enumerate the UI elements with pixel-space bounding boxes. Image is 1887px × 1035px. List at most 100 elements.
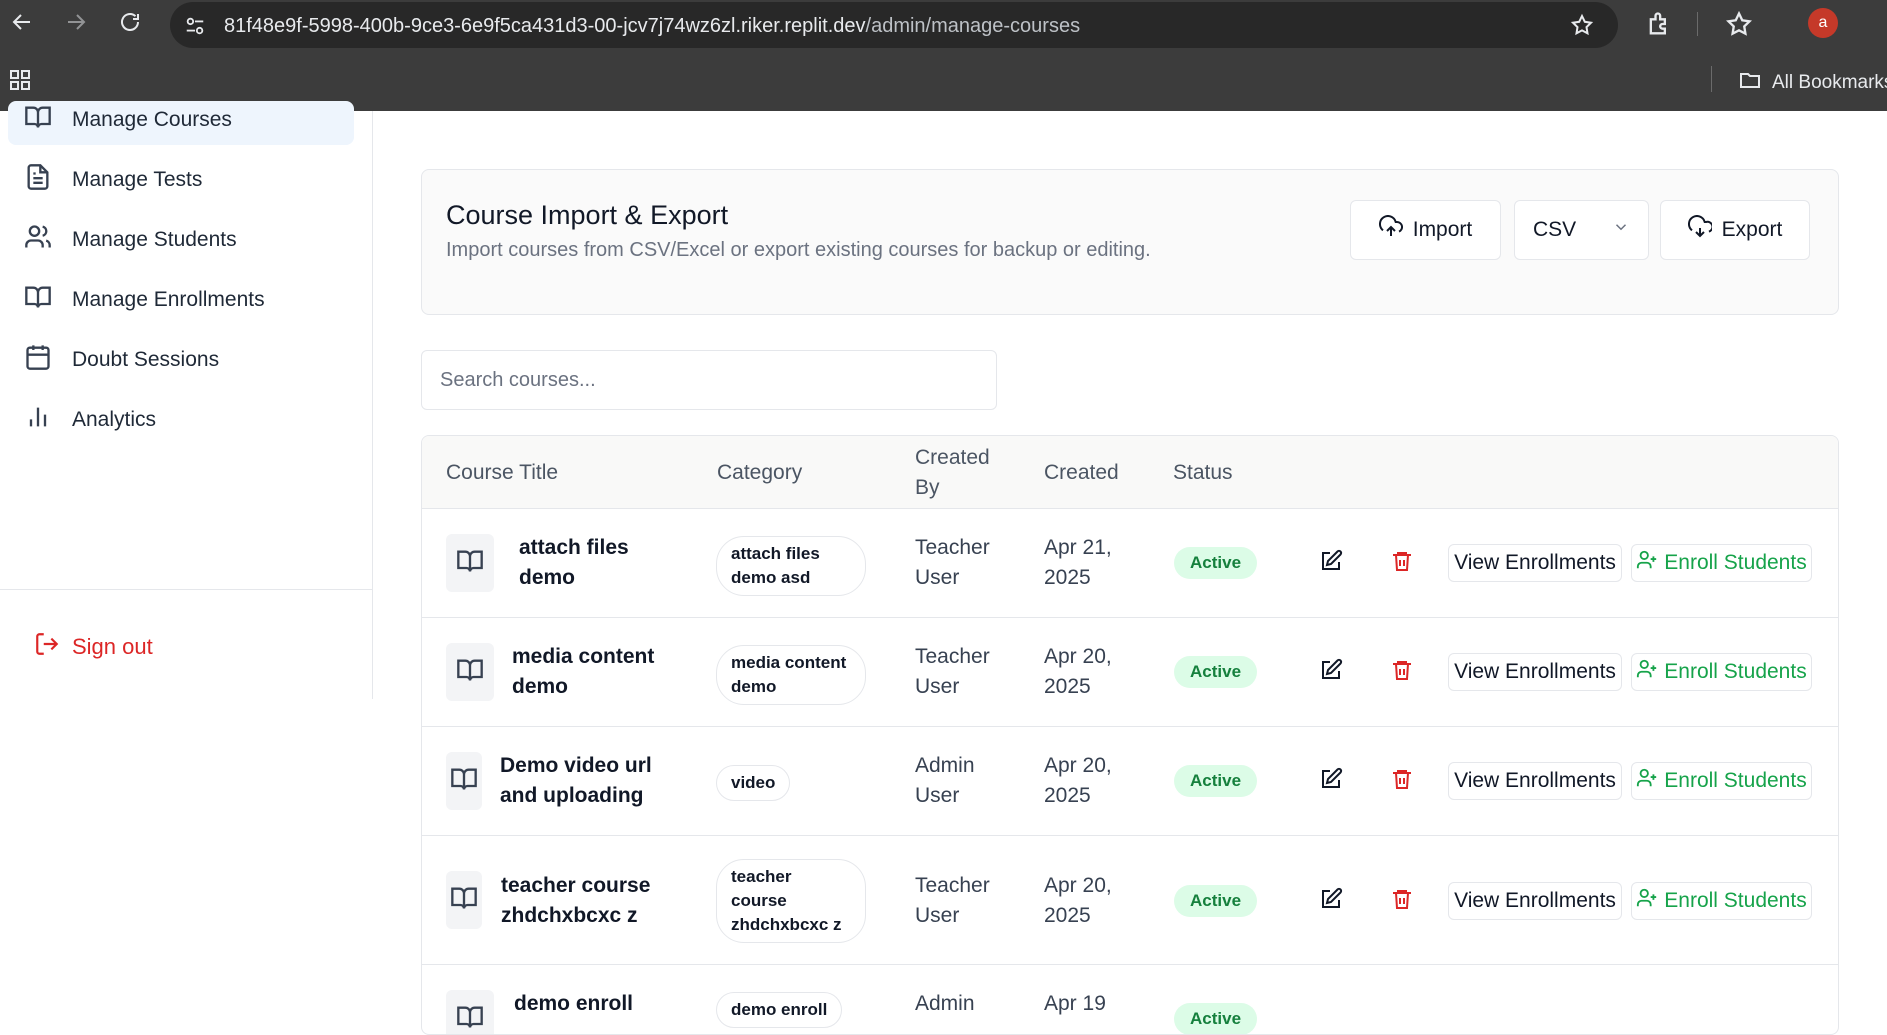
course-title[interactable]: Demo video url and uploading: [500, 751, 660, 811]
sidebar-item-label: Analytics: [72, 408, 156, 432]
app-root: Manage Courses Manage Tests Manage Stude…: [0, 111, 1887, 1008]
header-created: Created: [1044, 458, 1119, 488]
user-plus-icon: [1636, 887, 1658, 915]
sidebar-item-manage-courses[interactable]: Manage Courses: [24, 103, 232, 137]
cloud-upload-icon: [1379, 215, 1403, 245]
search-input[interactable]: [421, 350, 997, 410]
enroll-students-button[interactable]: Enroll Students: [1631, 882, 1812, 920]
bar-chart-icon: [24, 403, 52, 437]
category-badge: teacher course zhdchxbcxc z: [716, 859, 866, 943]
user-plus-icon: [1636, 767, 1658, 795]
course-thumb: [446, 871, 482, 929]
table-row: media content demo media content demo Te…: [422, 618, 1838, 727]
arrow-left-icon: [10, 10, 34, 39]
address-bar[interactable]: 81f48e9f-5998-400b-9ce3-6e9f5ca431d3-00-…: [170, 2, 1618, 48]
course-title[interactable]: media content demo: [512, 642, 672, 702]
category-badge: demo enroll: [716, 992, 842, 1028]
enroll-students-button[interactable]: Enroll Students: [1631, 762, 1812, 800]
sidebar-item-manage-tests[interactable]: Manage Tests: [24, 163, 202, 197]
header-category: Category: [717, 458, 802, 488]
created-by-cell: Teacher User: [915, 642, 995, 702]
bookmarks-manager-icon[interactable]: [1725, 10, 1753, 43]
status-badge: Active: [1174, 656, 1257, 688]
profile-avatar[interactable]: a: [1808, 8, 1838, 38]
trash-icon: [1390, 658, 1414, 687]
header-course-title: Course Title: [446, 458, 558, 488]
edit-button[interactable]: [1315, 765, 1347, 797]
edit-button[interactable]: [1315, 547, 1347, 579]
course-title[interactable]: teacher course zhdchxbcxc z: [501, 871, 661, 931]
sidebar-item-manage-enrollments[interactable]: Manage Enrollments: [24, 283, 265, 317]
sidebar-item-analytics[interactable]: Analytics: [24, 403, 156, 437]
users-icon: [24, 223, 52, 257]
view-enrollments-button[interactable]: View Enrollments: [1448, 544, 1622, 582]
sidebar-item-doubt-sessions[interactable]: Doubt Sessions: [24, 343, 219, 377]
table-row: Demo video url and uploading video Admin…: [422, 727, 1838, 836]
user-plus-icon: [1636, 658, 1658, 686]
edit-icon: [1319, 887, 1343, 916]
back-button[interactable]: [8, 10, 36, 38]
forward-button[interactable]: [62, 10, 90, 38]
view-enrollments-button[interactable]: View Enrollments: [1448, 882, 1622, 920]
created-cell: Apr 19: [1044, 989, 1124, 1019]
sidebar: Manage Courses Manage Tests Manage Stude…: [0, 111, 373, 699]
edit-icon: [1319, 658, 1343, 687]
delete-button[interactable]: [1386, 885, 1418, 917]
export-label: Export: [1722, 218, 1783, 242]
apps-grid-icon[interactable]: [8, 68, 32, 97]
import-export-title: Course Import & Export: [446, 200, 728, 231]
file-text-icon: [24, 163, 52, 197]
created-cell: Apr 20, 2025: [1044, 751, 1124, 811]
import-button[interactable]: Import: [1350, 200, 1501, 260]
status-badge: Active: [1174, 547, 1257, 579]
enroll-students-button[interactable]: Enroll Students: [1631, 653, 1812, 691]
site-settings-icon[interactable]: [184, 15, 206, 42]
extensions-icon[interactable]: [1645, 10, 1673, 43]
toolbar-divider: [1697, 12, 1698, 36]
course-title[interactable]: attach files demo: [519, 533, 679, 593]
all-bookmarks-label: All Bookmarks: [1772, 72, 1887, 94]
trash-icon: [1390, 549, 1414, 578]
view-enrollments-button[interactable]: View Enrollments: [1448, 762, 1622, 800]
view-enrollments-label: View Enrollments: [1454, 660, 1616, 684]
edit-button[interactable]: [1315, 656, 1347, 688]
sidebar-item-label: Manage Enrollments: [72, 288, 265, 312]
export-button[interactable]: Export: [1660, 200, 1810, 260]
table-header: Course Title Category Created By Created…: [422, 436, 1838, 509]
edit-icon: [1319, 549, 1343, 578]
log-out-icon: [34, 631, 60, 663]
view-enrollments-label: View Enrollments: [1454, 889, 1616, 913]
enroll-students-label: Enroll Students: [1664, 889, 1806, 913]
bookmark-star-icon[interactable]: [1570, 13, 1594, 42]
sidebar-item-label: Manage Courses: [72, 108, 232, 132]
import-export-card: Course Import & Export Import courses fr…: [421, 169, 1839, 315]
delete-button[interactable]: [1386, 765, 1418, 797]
bookmarks-divider: [1711, 66, 1712, 92]
cloud-download-icon: [1688, 215, 1712, 245]
sidebar-item-manage-students[interactable]: Manage Students: [24, 223, 237, 257]
book-open-icon: [456, 1003, 484, 1035]
enroll-students-button[interactable]: Enroll Students: [1631, 544, 1812, 582]
book-open-icon: [24, 283, 52, 317]
sidebar-divider: [0, 589, 372, 590]
category-badge: video: [716, 765, 790, 801]
created-cell: Apr 20, 2025: [1044, 871, 1124, 931]
all-bookmarks-button[interactable]: All Bookmarks: [1738, 68, 1887, 98]
reload-button[interactable]: [116, 10, 144, 38]
delete-button[interactable]: [1386, 547, 1418, 579]
created-cell: Apr 21, 2025: [1044, 533, 1124, 593]
view-enrollments-button[interactable]: View Enrollments: [1448, 653, 1622, 691]
calendar-icon: [24, 343, 52, 377]
edit-button[interactable]: [1315, 885, 1347, 917]
format-select[interactable]: CSV: [1514, 200, 1649, 260]
delete-button[interactable]: [1386, 656, 1418, 688]
course-title[interactable]: demo enroll: [514, 989, 674, 1019]
sign-out-button[interactable]: Sign out: [34, 631, 153, 663]
url-host: 81f48e9f-5998-400b-9ce3-6e9f5ca431d3-00-…: [224, 15, 866, 37]
format-value: CSV: [1533, 218, 1576, 242]
status-badge: Active: [1174, 885, 1257, 917]
browser-toolbar: 81f48e9f-5998-400b-9ce3-6e9f5ca431d3-00-…: [0, 0, 1887, 48]
view-enrollments-label: View Enrollments: [1454, 769, 1616, 793]
header-created-by: Created By: [915, 443, 995, 503]
sidebar-item-label: Manage Tests: [72, 168, 202, 192]
